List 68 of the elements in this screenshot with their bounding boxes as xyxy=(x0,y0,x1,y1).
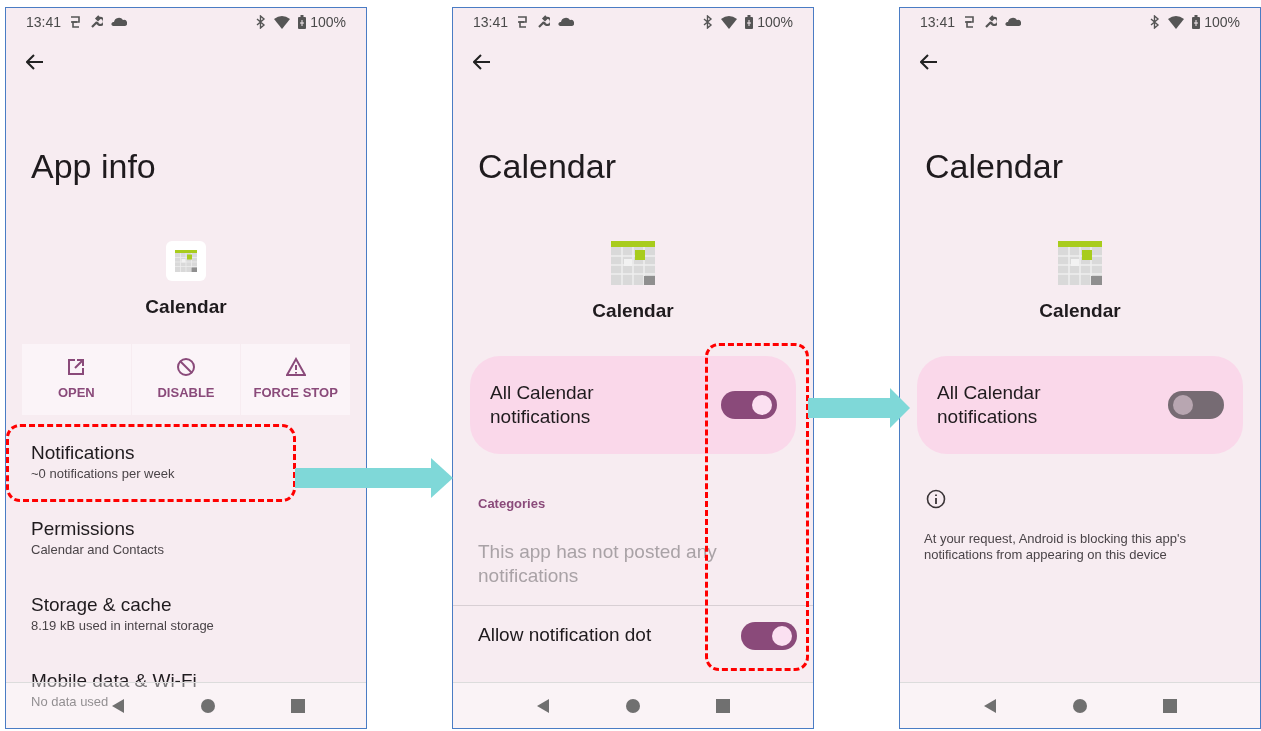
home-circle-icon[interactable] xyxy=(625,697,641,714)
status-time: 13:41 xyxy=(473,12,509,32)
recents-square-icon[interactable] xyxy=(715,697,731,714)
action-button[interactable]: OPEN xyxy=(22,344,131,415)
empty-message: This app has not posted any notifications xyxy=(477,540,718,588)
cloud-icon xyxy=(558,16,575,28)
status-time: 13:41 xyxy=(920,12,956,32)
bluetooth-icon xyxy=(703,15,714,29)
open-external-icon xyxy=(66,356,87,377)
bluetooth-icon xyxy=(1150,15,1161,29)
info-message: At your request, Android is blocking this app's notifications from appearing on this device xyxy=(923,531,1187,563)
status-time: 13:41 xyxy=(26,12,62,32)
calendar-app-icon xyxy=(1058,241,1102,285)
page-title: Calendar xyxy=(924,146,1064,186)
home-circle-icon[interactable] xyxy=(1072,697,1088,714)
recents-square-icon[interactable] xyxy=(1162,697,1178,714)
calendar-grid-drawing xyxy=(175,250,197,272)
setting-title[interactable]: Permissions xyxy=(31,517,135,541)
battery-icon xyxy=(745,15,754,29)
disabled-circle-icon xyxy=(176,356,196,377)
toggle-switch[interactable] xyxy=(721,391,777,419)
setting-title[interactable]: Notifications xyxy=(31,441,135,465)
battery-percent: 100% xyxy=(757,12,793,32)
action-button[interactable]: FORCE STOP xyxy=(241,344,350,415)
back-arrow-icon[interactable] xyxy=(920,54,938,70)
setting-subtitle: ~0 notifications per week xyxy=(31,465,175,483)
back-arrow-icon[interactable] xyxy=(26,54,44,70)
back-arrow-icon[interactable] xyxy=(473,54,491,70)
sim-icon xyxy=(963,15,976,29)
toggle-label: Allow notification dot xyxy=(478,623,653,648)
back-triangle-icon[interactable] xyxy=(535,697,551,714)
battery-icon xyxy=(298,15,307,29)
page-title: Calendar xyxy=(477,146,617,186)
cloud-icon xyxy=(1005,16,1022,28)
setting-subtitle: 8.19 kB used in internal storage xyxy=(31,617,214,635)
back-triangle-icon[interactable] xyxy=(110,697,126,714)
app-name: Calendar xyxy=(591,299,675,323)
sim-icon xyxy=(516,15,529,29)
wrench-icon xyxy=(536,15,551,29)
action-button[interactable]: DISABLE xyxy=(131,344,241,415)
setting-subtitle: No data used xyxy=(31,693,109,711)
battery-icon xyxy=(1192,15,1201,29)
home-circle-icon[interactable] xyxy=(200,697,216,714)
bluetooth-icon xyxy=(256,15,267,29)
back-triangle-icon[interactable] xyxy=(982,697,998,714)
warning-triangle-icon xyxy=(285,356,306,377)
calendar-app-icon xyxy=(611,241,655,285)
app-name: Calendar xyxy=(1038,299,1122,323)
cloud-icon xyxy=(111,16,128,28)
recents-square-icon[interactable] xyxy=(290,697,306,714)
app-name: Calendar xyxy=(144,295,228,319)
info-icon xyxy=(926,489,946,509)
battery-percent: 100% xyxy=(310,12,346,32)
battery-percent: 100% xyxy=(1204,12,1240,32)
toggle-switch[interactable] xyxy=(1168,391,1224,419)
section-header: Categories xyxy=(477,495,547,513)
toggle-switch[interactable] xyxy=(741,621,797,650)
wrench-icon xyxy=(89,15,104,29)
page-title: App info xyxy=(30,146,157,186)
sim-icon xyxy=(69,15,82,29)
toggle-label: All Calendar notifications xyxy=(490,381,595,429)
setting-subtitle: Calendar and Contacts xyxy=(31,541,164,559)
toggle-label: All Calendar notifications xyxy=(937,381,1042,429)
wrench-icon xyxy=(983,15,998,29)
wifi-icon xyxy=(721,15,738,29)
wifi-icon xyxy=(274,15,291,29)
setting-title[interactable]: Storage & cache xyxy=(31,593,172,617)
wifi-icon xyxy=(1168,15,1185,29)
